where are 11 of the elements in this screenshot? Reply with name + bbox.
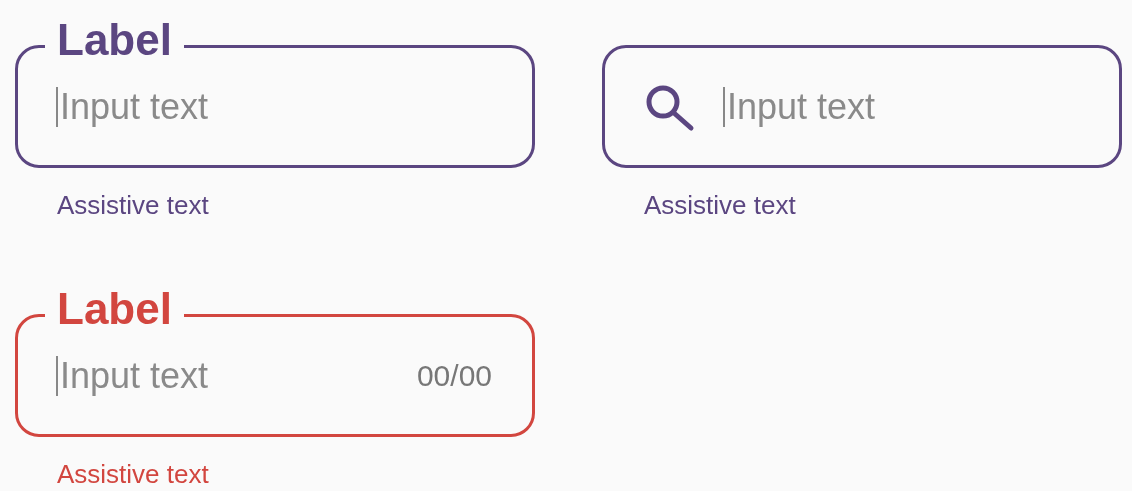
assistive-text: Assistive text [57,459,210,489]
text-input[interactable]: Input text [58,354,417,397]
text-cursor [56,86,58,127]
text-cursor [723,86,725,127]
character-counter: 00/00 [416,358,492,393]
text-input[interactable]: Input text [58,85,494,128]
assistive-text: Assistive text [644,190,797,220]
text-input[interactable]: Input text [725,85,1081,128]
search-field[interactable]: Input text [602,45,1122,168]
assistive-text: Assistive text [57,190,210,220]
text-cursor [56,355,58,396]
